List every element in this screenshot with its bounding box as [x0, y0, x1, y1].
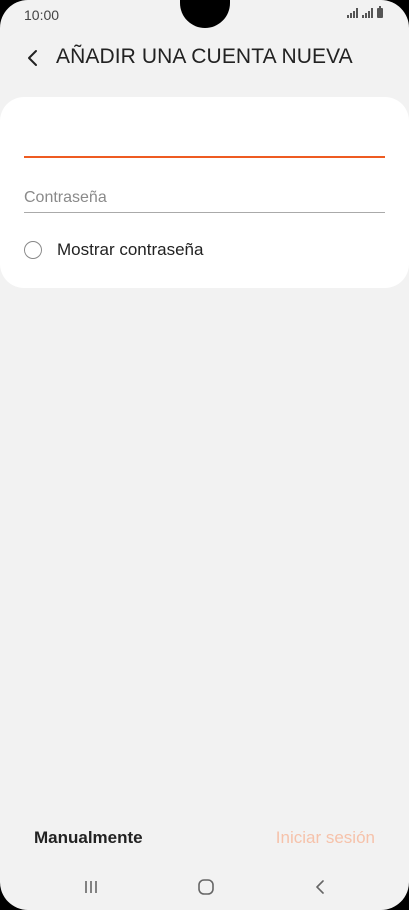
- show-password-toggle[interactable]: Mostrar contraseña: [24, 238, 203, 262]
- password-field[interactable]: [24, 183, 385, 213]
- phone-screen: 10:00 AÑADIR UNA CUENTA NUEVA Mostrar co…: [0, 0, 409, 910]
- status-time: 10:00: [24, 7, 60, 23]
- email-field[interactable]: [24, 122, 385, 158]
- manual-setup-button[interactable]: Manualmente: [34, 828, 143, 848]
- login-form-card: Mostrar contraseña: [0, 97, 409, 288]
- home-button[interactable]: [186, 870, 226, 904]
- page-title: AÑADIR UNA CUENTA NUEVA: [56, 45, 353, 68]
- nav-back-button[interactable]: [300, 870, 340, 904]
- chevron-left-icon[interactable]: [22, 44, 46, 72]
- back-icon: [316, 880, 324, 894]
- show-password-radio[interactable]: [24, 241, 42, 259]
- signal-icon: [362, 8, 373, 18]
- recents-button[interactable]: [71, 870, 111, 904]
- recents-icon: [85, 881, 97, 893]
- sign-in-button[interactable]: Iniciar sesión: [276, 828, 375, 848]
- app-header: AÑADIR UNA CUENTA NUEVA: [0, 42, 409, 74]
- navigation-bar: [0, 870, 409, 904]
- show-password-label: Mostrar contraseña: [57, 240, 204, 259]
- battery-icon: [377, 6, 383, 18]
- status-bar: 10:00: [0, 0, 409, 30]
- camera-notch: [180, 0, 230, 28]
- status-icons: [347, 6, 383, 18]
- signal-icon: [347, 8, 358, 18]
- bottom-actions: Manualmente Iniciar sesión: [0, 826, 409, 854]
- home-icon: [198, 879, 214, 895]
